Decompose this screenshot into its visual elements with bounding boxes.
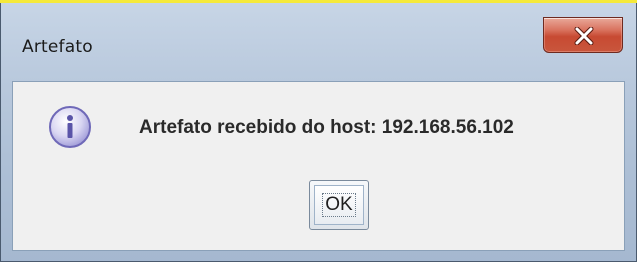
ok-button[interactable]: OK [309, 180, 369, 230]
close-icon [574, 27, 594, 45]
info-icon [49, 106, 91, 148]
close-button[interactable] [543, 17, 623, 53]
ok-button-label: OK [322, 193, 356, 217]
dialog-window: Artefato Artefato recebido do host: 192.… [0, 0, 637, 262]
window-title: Artefato [22, 37, 93, 57]
title-bar[interactable]: Artefato [0, 3, 637, 81]
dialog-content: Artefato recebido do host: 192.168.56.10… [12, 81, 625, 251]
dialog-message: Artefato recebido do host: 192.168.56.10… [139, 117, 514, 138]
ok-button-face: OK [314, 185, 364, 225]
